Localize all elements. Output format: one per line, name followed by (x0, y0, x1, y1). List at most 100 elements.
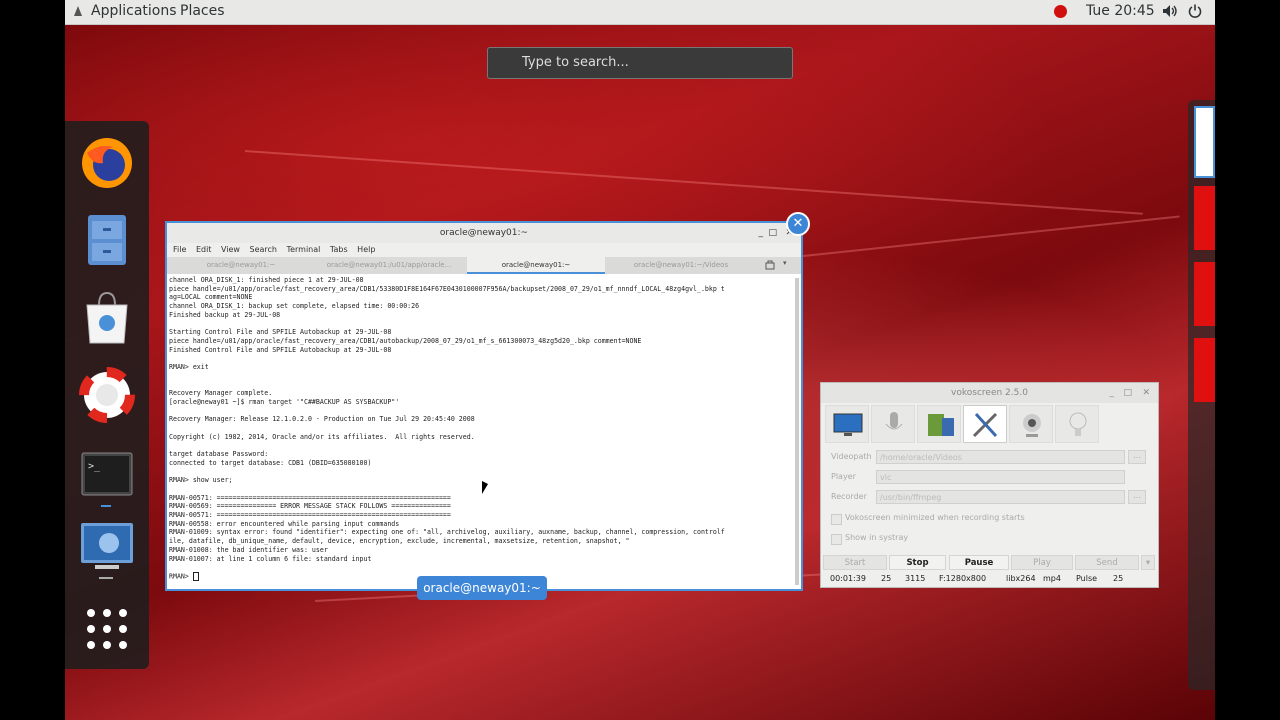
terminal-scrollbar[interactable] (795, 278, 799, 585)
settings-tab[interactable] (963, 405, 1007, 443)
info-tab[interactable] (1055, 405, 1099, 443)
dropdown-arrow-icon[interactable]: ▾ (1141, 555, 1155, 570)
video-tab[interactable] (917, 405, 961, 443)
search-input[interactable]: Type to search... (487, 47, 793, 79)
vokoscreen-title: vokoscreen 2.5.0 (951, 388, 1028, 398)
desktop: Applications Places Tue 20:45 Type to se… (65, 0, 1215, 720)
terminal-output[interactable]: channel ORA_DISK_1: finished piece 1 at … (169, 276, 793, 587)
close-window-badge[interactable]: ✕ (786, 212, 810, 236)
terminal-line: channel ORA_DISK_1: backup set complete,… (169, 302, 420, 311)
power-icon[interactable] (1188, 4, 1202, 22)
app-grid-icon[interactable] (79, 599, 135, 655)
terminal-menubar: File Edit View Search Terminal Tabs Help (167, 243, 801, 257)
close-button[interactable]: ✕ (1142, 383, 1150, 403)
clock[interactable]: Tue 20:45 (1086, 3, 1155, 19)
wallpaper-streak (244, 150, 1143, 215)
menu-terminal[interactable]: Terminal (287, 245, 321, 254)
running-indicator (101, 505, 111, 507)
screenshot-icon[interactable] (79, 519, 135, 575)
terminal-title: oracle@neway01:~ (439, 228, 529, 238)
player-label: Player (831, 472, 856, 481)
recorder-input[interactable]: /usr/bin/ffmpeg (876, 490, 1125, 504)
maximize-button[interactable]: □ (768, 223, 777, 243)
search-placeholder: Type to search... (522, 55, 629, 70)
elapsed-time: 00:01:39 (830, 574, 866, 583)
terminal-titlebar[interactable]: oracle@neway01:~ _ □ ✕ (167, 223, 801, 243)
firefox-icon[interactable] (79, 135, 135, 191)
minimize-button[interactable]: _ (1110, 383, 1115, 403)
webcam-tab[interactable] (1009, 405, 1053, 443)
container-value: mp4 (1043, 574, 1061, 583)
vokoscreen-titlebar[interactable]: vokoscreen 2.5.0 _ □ ✕ (821, 383, 1158, 403)
send-button[interactable]: Send (1075, 555, 1139, 570)
codec-value: libx264 (1006, 574, 1036, 583)
places-menu[interactable]: Places (180, 3, 225, 19)
menu-view[interactable]: View (221, 245, 240, 254)
workspace-thumbnail[interactable] (1194, 186, 1215, 250)
menu-edit[interactable]: Edit (196, 245, 212, 254)
videopath-browse-button[interactable]: ... (1128, 450, 1146, 464)
top-bar: Applications Places Tue 20:45 (65, 0, 1215, 25)
tab-label: oracle@neway01:~ (501, 261, 571, 269)
play-button[interactable]: Play (1011, 555, 1073, 570)
svg-text:>_: >_ (88, 461, 101, 472)
menu-file[interactable]: File (173, 245, 186, 254)
dash: >_ (65, 121, 149, 669)
running-indicator (99, 577, 113, 579)
vokoscreen-window[interactable]: vokoscreen 2.5.0 _ □ ✕ Videopath /home/o… (820, 382, 1159, 588)
terminal-line: Starting Control File and SPFILE Autobac… (169, 328, 392, 337)
minimize-button[interactable]: _ (759, 223, 764, 243)
volume-icon[interactable] (1162, 4, 1178, 22)
maximize-button[interactable]: □ (1123, 383, 1132, 403)
recorder-label: Recorder (831, 492, 867, 501)
files-icon[interactable] (79, 211, 135, 267)
new-tab-icon[interactable] (765, 260, 775, 272)
terminal-line: RMAN-01007: at line 1 column 6 file: sta… (169, 554, 372, 563)
vokoscreen-controls: Start Stop Pause Play Send ▾ (821, 555, 1158, 571)
recording-indicator-icon[interactable] (1054, 5, 1067, 18)
terminal-line: ile, datafile, db_unique_name, default, … (169, 537, 630, 546)
terminal-tab-active[interactable]: oracle@neway01:~ (467, 257, 605, 274)
terminal-line: RMAN-00558: error encountered while pars… (169, 519, 400, 528)
pause-button[interactable]: Pause (949, 555, 1009, 570)
videopath-input[interactable]: /home/oracle/Videos (876, 450, 1125, 464)
tab-label: oracle@neway01:/u01/app/oracle... (326, 261, 452, 269)
terminal-line: RMAN-01009: syntax error: found "identif… (169, 528, 725, 537)
terminal-icon[interactable]: >_ (79, 449, 135, 505)
recorder-browse-button[interactable]: ... (1128, 490, 1146, 504)
help-icon[interactable] (79, 367, 135, 423)
terminal-line: piece handle=/u01/app/oracle/fast_recove… (169, 336, 642, 345)
tab-menu-icon[interactable]: ▾ (783, 259, 787, 267)
start-button[interactable]: Start (823, 555, 887, 570)
workspace-thumbnail[interactable] (1194, 338, 1215, 402)
terminal-line: Finished Control File and SPFILE Autobac… (169, 345, 392, 354)
menu-tabs[interactable]: Tabs (330, 245, 348, 254)
minimized-checkbox[interactable] (831, 514, 842, 525)
activities-icon[interactable] (73, 5, 83, 17)
menu-search[interactable]: Search (250, 245, 277, 254)
screen-tab[interactable] (825, 405, 869, 443)
systray-checkbox[interactable] (831, 534, 842, 545)
frames-value: 3115 (905, 574, 926, 583)
terminal-line: Recovery Manager complete. (169, 389, 273, 398)
status-bar: 00:01:39 25 3115 F:1280x800 libx264 mp4 … (821, 572, 1158, 586)
vokoscreen-tabs (825, 405, 1125, 443)
stop-button[interactable]: Stop (889, 555, 946, 570)
terminal-tab[interactable]: oracle@neway01:~ (171, 257, 311, 274)
menu-help[interactable]: Help (357, 245, 375, 254)
terminal-line: ag=LOCAL comment=NONE (169, 293, 253, 302)
player-select[interactable]: vlc (876, 470, 1125, 484)
window-caption: oracle@neway01:~ (417, 576, 547, 600)
applications-menu[interactable]: Applications (91, 3, 177, 19)
terminal-window[interactable]: oracle@neway01:~ _ □ ✕ File Edit View Se… (165, 221, 803, 591)
microphone-tab[interactable] (871, 405, 915, 443)
terminal-tab[interactable]: oracle@neway01:/u01/app/oracle... (315, 257, 463, 274)
software-icon[interactable] (79, 289, 135, 345)
workspace-thumbnail[interactable] (1194, 106, 1215, 178)
workspace-thumbnail[interactable] (1194, 262, 1215, 326)
terminal-tabbar: oracle@neway01:~ oracle@neway01:/u01/app… (167, 257, 801, 274)
terminal-tab[interactable]: oracle@neway01:~/Videos (609, 257, 753, 274)
